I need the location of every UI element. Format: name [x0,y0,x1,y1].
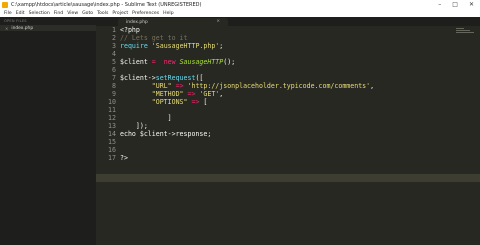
line-number: 14 [108,130,116,138]
code-line: $client = new SausageHTTP(); [120,58,440,66]
close-file-icon[interactable]: × [5,26,8,31]
arrow-operator: => [187,98,204,106]
array-value: 'http://jsonplaceholder.typicode.com/com… [187,82,371,90]
maximize-button[interactable]: □ [452,1,458,8]
line-number: 6 [112,66,116,74]
line-number: 10 [108,98,116,106]
line-number: 5 [112,58,116,66]
minimize-button[interactable]: – [438,1,441,8]
array-key: "URL" [151,82,172,90]
line-number: 11 [108,106,116,114]
method-name: setRequest [155,74,196,82]
minimap-line [456,32,474,33]
line-number: 15 [108,138,116,146]
window-title: C:\xampp\htdocs\article\sausage\index.ph… [11,1,202,8]
menu-find[interactable]: Find [54,11,63,16]
require-string: 'SausageHTTP.php' [151,42,220,50]
assign-operator: = [147,58,160,66]
menu-edit[interactable]: Edit [16,11,25,16]
code-editor[interactable]: 1 2 3 4 5 6 7 8 9 10 11 12 13 14 15 16 1… [96,26,480,245]
minimap[interactable] [456,28,476,36]
tab-label: index.php [126,19,148,25]
menu-preferences[interactable]: Preferences [132,11,159,16]
code-line: "OPTIONS" => [ [120,98,440,106]
array-key: "METHOD" [151,90,184,98]
line-number: 9 [112,90,116,98]
menu-file[interactable]: File [4,11,12,16]
open-files-header: OPEN FILES [4,19,27,23]
menu-view[interactable]: View [67,11,78,16]
minimap-line [456,30,470,31]
arrow-operator: => [171,82,188,90]
line-number: 17 [108,154,116,162]
line-number: 12 [108,114,116,122]
code-line: ?> [120,154,440,162]
class-name: SausageHTTP [179,58,224,66]
title-bar: C:\xampp\htdocs\article\sausage\index.ph… [0,0,480,9]
menu-bar: File Edit Selection Find View Goto Tools… [0,9,480,17]
array-key: "OPTIONS" [151,98,188,106]
line-number: 3 [112,42,116,50]
code-punctuation: [ [203,98,208,106]
code-text[interactable]: <?php // Lets get to it require 'Sausage… [120,26,440,162]
code-line: echo $client->response; [120,130,440,138]
menu-tools[interactable]: Tools [97,11,108,16]
code-line: require 'SausageHTTP.php'; [120,42,440,50]
line-number: 1 [112,26,116,34]
close-window-button[interactable]: ✕ [469,1,474,8]
code-line: $client->setRequest([ [120,74,440,82]
tab-bar: index.php × [96,17,480,26]
php-close-tag: ?> [120,154,128,162]
code-comment: // Lets get to it [120,34,188,42]
code-punctuation: , [219,90,224,98]
line-number: 13 [108,122,116,130]
sublime-text-app-icon [2,1,8,8]
code-line: ]); [120,122,440,130]
line-number: 8 [112,82,116,90]
code-line: // Lets get to it [120,34,440,42]
menu-selection[interactable]: Selection [29,11,50,16]
echo-statement: echo $client->response; [120,130,212,138]
code-punctuation: ]); [135,122,148,130]
code-line: ] [120,114,440,122]
code-punctuation: , [370,82,375,90]
array-value: 'GET' [199,90,220,98]
sidebar-file-label: index.php [11,25,34,31]
code-line: <?php [120,26,440,34]
code-punctuation: ; [219,42,224,50]
line-number: 2 [112,34,116,42]
menu-help[interactable]: Help [163,11,173,16]
menu-project[interactable]: Project [112,11,128,16]
new-keyword: new [159,58,180,66]
sidebar-file-index[interactable]: × index.php [0,25,96,31]
code-line: "URL" => 'http://jsonplaceholder.typicod… [120,82,440,90]
line-number-gutter: 1 2 3 4 5 6 7 8 9 10 11 12 13 14 15 16 1… [96,26,116,162]
sidebar: OPEN FILES × index.php [0,17,96,245]
line-number: 4 [112,50,116,58]
tab-close-icon[interactable]: × [216,19,220,24]
client-variable: $client [120,58,148,66]
code-punctuation: ] [167,114,172,122]
code-punctuation: (); [223,58,236,66]
client-variable: $client-> [120,74,156,82]
code-punctuation: ([ [195,74,204,82]
arrow-operator: => [183,90,200,98]
menu-goto[interactable]: Goto [82,11,93,16]
minimap-line [456,28,464,29]
require-keyword: require [120,42,148,50]
window-controls: – □ ✕ [438,0,474,9]
php-open-tag: <?php [120,26,140,34]
line-number: 16 [108,146,116,154]
current-line-highlight [96,174,480,182]
line-number: 7 [112,74,116,82]
tab-index-php[interactable]: index.php × [118,18,228,26]
code-line: "METHOD" => 'GET', [120,90,440,98]
